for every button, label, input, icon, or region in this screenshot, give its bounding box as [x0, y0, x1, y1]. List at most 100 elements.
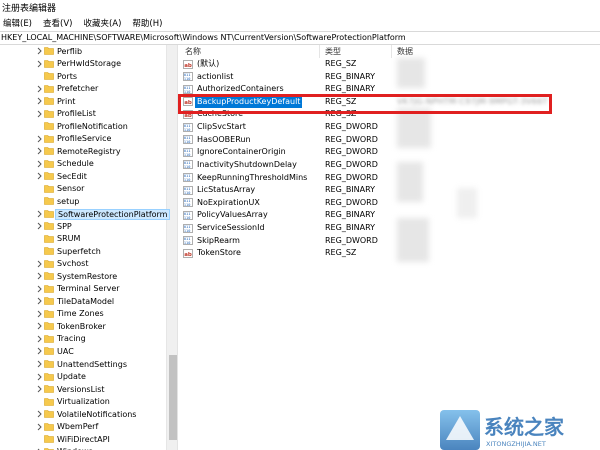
- chevron-right-icon[interactable]: [36, 210, 43, 218]
- column-header-name[interactable]: 名称: [185, 45, 201, 58]
- tree-item[interactable]: SystemRestore: [0, 270, 166, 283]
- chevron-right-icon[interactable]: [36, 360, 43, 368]
- menu-edit[interactable]: 编辑(E): [3, 17, 32, 29]
- blurred-data-column: [397, 58, 597, 266]
- tree-item-label: Terminal Server: [57, 284, 120, 294]
- folder-icon: [44, 422, 54, 431]
- tree-item[interactable]: Print: [0, 95, 166, 108]
- binary-value-icon: 011 110: [183, 211, 193, 220]
- tree-item[interactable]: UAC: [0, 345, 166, 358]
- value-type: REG_BINARY: [325, 210, 376, 220]
- tree-item[interactable]: Schedule: [0, 158, 166, 171]
- tree-scrollbar-thumb[interactable]: [169, 355, 177, 440]
- svg-text:110: 110: [184, 127, 191, 131]
- chevron-right-icon[interactable]: [36, 135, 43, 143]
- column-separator[interactable]: [391, 45, 392, 58]
- tree-item-label: setup: [57, 196, 80, 206]
- binary-value-icon: 011 110: [183, 160, 193, 169]
- binary-value-icon: 011 110: [183, 236, 193, 245]
- value-name: KeepRunningThresholdMins: [197, 172, 308, 182]
- tree-item[interactable]: SecEdit: [0, 170, 166, 183]
- tree-item[interactable]: VersionsList: [0, 383, 166, 396]
- tree-item[interactable]: Prefetcher: [0, 83, 166, 96]
- chevron-right-icon[interactable]: [36, 423, 43, 431]
- chevron-right-icon[interactable]: [36, 110, 43, 118]
- tree-item[interactable]: RemoteRegistry: [0, 145, 166, 158]
- chevron-right-icon[interactable]: [36, 222, 43, 230]
- tree-item-label: Time Zones: [57, 309, 104, 319]
- tree-scrollbar[interactable]: [166, 45, 177, 450]
- tree-item[interactable]: Perflib: [0, 45, 166, 58]
- chevron-right-icon[interactable]: [36, 172, 43, 180]
- chevron-right-icon[interactable]: [36, 385, 43, 393]
- address-bar[interactable]: HKEY_LOCAL_MACHINE\SOFTWARE\Microsoft\Wi…: [0, 31, 600, 45]
- tree-item[interactable]: Time Zones: [0, 308, 166, 321]
- tree-item[interactable]: Tracing: [0, 333, 166, 346]
- value-name: (默认): [197, 59, 220, 68]
- svg-text:110: 110: [184, 216, 191, 220]
- tree-item[interactable]: UnattendSettings: [0, 358, 166, 371]
- tree-item[interactable]: Svchost: [0, 258, 166, 271]
- tree-item-label: RemoteRegistry: [57, 146, 121, 156]
- tree-item[interactable]: Ports: [0, 70, 166, 83]
- tree-item[interactable]: Windows: [0, 446, 166, 450]
- chevron-right-icon[interactable]: [36, 373, 43, 381]
- chevron-right-icon[interactable]: [36, 285, 43, 293]
- value-type: REG_DWORD: [325, 134, 378, 144]
- value-name: LicStatusArray: [197, 185, 256, 195]
- tree-item-label: UnattendSettings: [57, 359, 127, 369]
- folder-icon: [44, 334, 54, 343]
- registry-tree[interactable]: Perflib PerHwIdStorage Ports Prefetcher Prin…: [0, 45, 178, 450]
- tree-item[interactable]: PerHwIdStorage: [0, 58, 166, 71]
- chevron-right-icon[interactable]: [36, 97, 43, 105]
- tree-item[interactable]: TokenBroker: [0, 320, 166, 333]
- tree-item[interactable]: Superfetch: [0, 245, 166, 258]
- column-header-type[interactable]: 类型: [325, 45, 341, 58]
- chevron-right-icon[interactable]: [36, 297, 43, 305]
- tree-item[interactable]: SRUM: [0, 233, 166, 246]
- tree-item-label: Svchost: [57, 259, 89, 269]
- tree-item-label: Prefetcher: [57, 84, 99, 94]
- tree-item[interactable]: Update: [0, 371, 166, 384]
- chevron-right-icon[interactable]: [36, 347, 43, 355]
- chevron-right-icon[interactable]: [36, 147, 43, 155]
- tree-item-label: ProfileNotification: [57, 121, 128, 131]
- chevron-right-icon[interactable]: [36, 260, 43, 268]
- chevron-right-icon[interactable]: [36, 47, 43, 55]
- tree-item[interactable]: SPP: [0, 220, 166, 233]
- tree-item[interactable]: ProfileList: [0, 108, 166, 121]
- chevron-right-icon[interactable]: [36, 272, 43, 280]
- chevron-right-icon[interactable]: [36, 60, 43, 68]
- column-header-data[interactable]: 数据: [397, 45, 413, 58]
- tree-item[interactable]: SoftwareProtectionPlatform: [0, 208, 171, 221]
- tree-item[interactable]: WiFiDirectAPI: [0, 433, 166, 446]
- value-type: REG_DWORD: [325, 172, 378, 182]
- column-separator[interactable]: [319, 45, 320, 58]
- menu-favorites[interactable]: 收藏夹(A): [83, 17, 121, 29]
- folder-icon: [44, 447, 54, 450]
- tree-item[interactable]: ProfileNotification: [0, 120, 166, 133]
- string-value-icon: ab: [183, 59, 193, 69]
- chevron-right-icon[interactable]: [36, 160, 43, 168]
- chevron-right-icon[interactable]: [36, 85, 43, 93]
- tree-item-label: SPP: [57, 221, 72, 231]
- binary-value-icon: 011 110: [183, 135, 193, 144]
- menu-view[interactable]: 查看(V): [43, 17, 72, 29]
- chevron-right-icon[interactable]: [36, 310, 43, 318]
- chevron-right-icon[interactable]: [36, 335, 43, 343]
- folder-icon: [44, 372, 54, 381]
- chevron-right-icon[interactable]: [36, 410, 43, 418]
- tree-item[interactable]: Virtualization: [0, 396, 166, 409]
- tree-item[interactable]: ProfileService: [0, 133, 166, 146]
- chevron-right-icon[interactable]: [36, 322, 43, 330]
- tree-item[interactable]: setup: [0, 195, 166, 208]
- menu-bar: 编辑(E) 查看(V) 收藏夹(A) 帮助(H): [0, 15, 600, 31]
- tree-item[interactable]: Terminal Server: [0, 283, 166, 296]
- tree-item[interactable]: WbemPerf: [0, 421, 166, 434]
- tree-item[interactable]: Sensor: [0, 183, 166, 196]
- menu-help[interactable]: 帮助(H): [132, 17, 162, 29]
- binary-value-icon: 011 110: [183, 223, 193, 233]
- tree-item[interactable]: VolatileNotifications: [0, 408, 166, 421]
- tree-item[interactable]: TileDataModel: [0, 295, 166, 308]
- folder-icon: [44, 184, 54, 193]
